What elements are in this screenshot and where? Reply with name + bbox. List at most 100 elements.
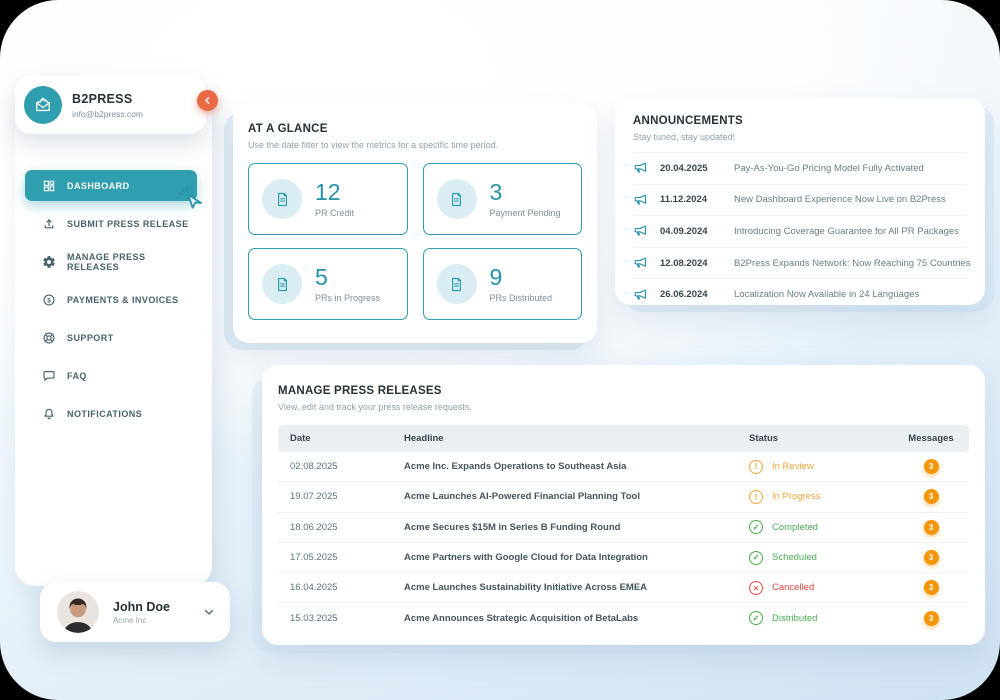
megaphone-icon [633,223,649,239]
status-label: In Progress [772,491,821,502]
metric-label: PR Credit [315,208,354,218]
announcement-item[interactable]: 04.09.2024 Introducing Coverage Guarante… [633,215,967,247]
document-icon [437,179,477,219]
row-date: 18.06.2025 [278,522,398,533]
column-header-messages: Messages [893,433,969,444]
gear-icon [42,255,56,269]
row-date: 19.07.2025 [278,491,398,502]
announcement-item[interactable]: 11.12.2024 New Dashboard Experience Now … [633,184,967,216]
metric-grid: 12 PR Credit 3 Payment Pending [248,163,582,320]
sidebar-menu: DASHBOARD SUBMIT PRESS RELEASE MANAGE PR… [25,170,197,429]
row-headline: Acme Announces Strategic Acquisition of … [398,613,745,624]
brand-card: B2PRESS info@b2press.com [15,76,206,134]
status-icon: ! [749,460,763,474]
row-status: ! In Progress [745,490,893,504]
announcement-text: Pay-As-You-Go Pricing Model Fully Activa… [734,163,924,174]
bell-icon [42,407,56,421]
status-icon: ! [749,490,763,504]
lifebuoy-icon [42,331,56,345]
at-a-glance-card: AT A GLANCE Use the date filter to view … [233,103,597,343]
announcement-text: New Dashboard Experience Now Live on B2P… [734,194,946,205]
chevron-down-icon[interactable] [202,605,216,619]
status-label: In Review [772,461,814,472]
metric-value: 3 [490,181,561,204]
sidebar-collapse-button[interactable] [197,90,218,111]
document-icon [262,179,302,219]
status-icon: ✓ [749,520,763,534]
table-row[interactable]: 02.08.2025 Acme Inc. Expands Operations … [278,452,969,482]
announcement-item[interactable]: 20.04.2025 Pay-As-You-Go Pricing Model F… [633,152,967,184]
announcement-text: Introducing Coverage Guarantee for All P… [734,226,959,237]
metric-label: PRs in Progress [315,293,380,303]
announcement-text: B2Press Expands Network: Now Reaching 75… [734,258,971,269]
message-count-badge[interactable]: 3 [924,611,939,626]
user-name: John Doe [113,600,202,614]
user-company: Acme Inc [113,616,202,625]
status-label: Distributed [772,613,817,624]
document-icon [262,264,302,304]
announcement-item[interactable]: 12.08.2024 B2Press Expands Network: Now … [633,247,967,279]
announcements-card: ANNOUNCEMENTS Stay tuned, stay updated! … [615,98,985,305]
column-header-status: Status [745,433,893,444]
table-row[interactable]: 15.03.2025 Acme Announces Strategic Acqu… [278,603,969,632]
metric-card[interactable]: 9 PRs Distributed [423,248,583,320]
sidebar-item-submit-press-release[interactable]: SUBMIT PRESS RELEASE [25,208,197,239]
row-headline: Acme Partners with Google Cloud for Data… [398,552,745,563]
sidebar-item-faq[interactable]: FAQ [25,360,197,391]
status-icon: ✓ [749,611,763,625]
announcement-text: Localization Now Available in 24 Languag… [734,289,919,300]
metric-value: 12 [315,181,354,204]
status-label: Scheduled [772,552,817,563]
message-count-badge[interactable]: 3 [924,580,939,595]
user-profile-card[interactable]: John Doe Acme Inc [40,582,230,642]
announcement-date: 12.08.2024 [660,258,734,269]
metric-card[interactable]: 5 PRs in Progress [248,248,408,320]
message-count-badge[interactable]: 3 [924,520,939,535]
glance-subtitle: Use the date filter to view the metrics … [248,140,582,150]
announcement-item[interactable]: 26.06.2024 Localization Now Available in… [633,278,967,310]
metric-label: Payment Pending [490,208,561,218]
announcements-title: ANNOUNCEMENTS [633,115,967,127]
row-date: 15.03.2025 [278,613,398,624]
press-envelope-icon [24,86,62,124]
row-headline: Acme Inc. Expands Operations to Southeas… [398,461,745,472]
manage-title: MANAGE PRESS RELEASES [278,385,969,397]
metric-value: 9 [490,266,553,289]
message-count-badge[interactable]: 3 [924,489,939,504]
metric-card[interactable]: 12 PR Credit [248,163,408,235]
sidebar-item-manage-press-releases[interactable]: MANAGE PRESS RELEASES [25,246,197,277]
announcement-list: 20.04.2025 Pay-As-You-Go Pricing Model F… [633,152,967,310]
metric-label: PRs Distributed [490,293,553,303]
message-count-badge[interactable]: 3 [924,550,939,565]
sidebar-item-payments-invoices[interactable]: $ PAYMENTS & INVOICES [25,284,197,315]
row-status: ✓ Completed [745,520,893,534]
chevron-left-icon [202,95,213,106]
sidebar-item-support[interactable]: SUPPORT [25,322,197,353]
status-icon: × [749,581,763,595]
row-date: 16.04.2025 [278,582,398,593]
table-row[interactable]: 17.05.2025 Acme Partners with Google Clo… [278,543,969,573]
column-header-headline: Headline [398,433,745,444]
row-status: ✓ Scheduled [745,551,893,565]
svg-text:$: $ [47,297,51,304]
row-status: × Cancelled [745,581,893,595]
row-status: ! In Review [745,460,893,474]
message-count-badge[interactable]: 3 [924,459,939,474]
dollar-circle-icon: $ [42,293,56,307]
sidebar-item-dashboard[interactable]: DASHBOARD [25,170,197,201]
table-row[interactable]: 16.04.2025 Acme Launches Sustainability … [278,573,969,603]
status-label: Cancelled [772,582,814,593]
megaphone-icon [633,255,649,271]
column-header-date: Date [278,433,398,444]
metric-card[interactable]: 3 Payment Pending [423,163,583,235]
upload-icon [42,217,56,231]
table-header: Date Headline Status Messages [278,425,969,452]
sidebar-item-notifications[interactable]: NOTIFICATIONS [25,398,197,429]
table-row[interactable]: 19.07.2025 Acme Launches AI-Powered Fina… [278,482,969,512]
brand-name: B2PRESS [72,92,143,106]
chat-icon [42,369,56,383]
announcement-date: 04.09.2024 [660,226,734,237]
document-icon [437,264,477,304]
table-row[interactable]: 18.06.2025 Acme Secures $15M in Series B… [278,513,969,543]
row-headline: Acme Launches Sustainability Initiative … [398,582,745,593]
